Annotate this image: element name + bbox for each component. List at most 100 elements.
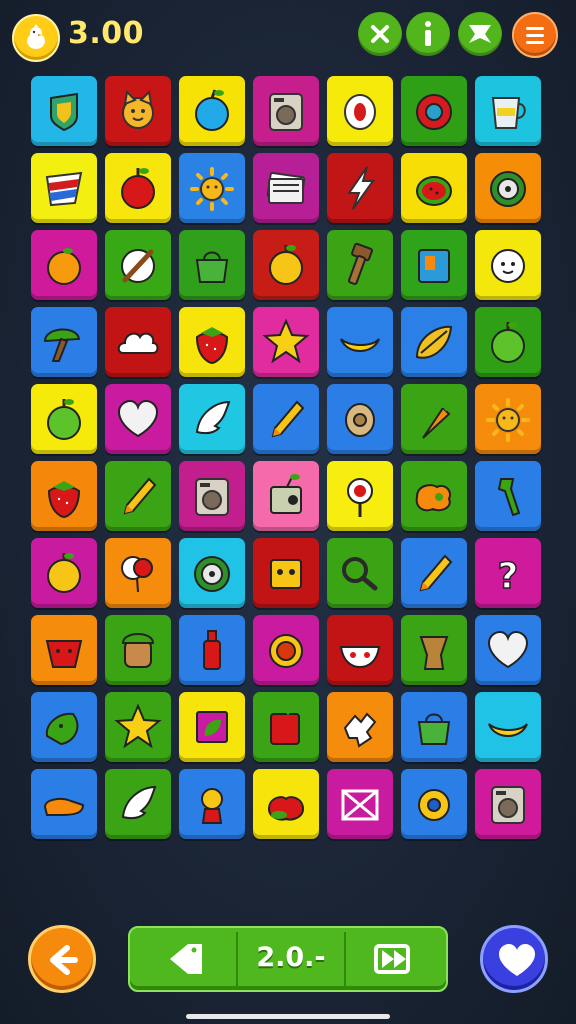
- prev-button[interactable]: [130, 928, 236, 990]
- tile-banana[interactable]: [475, 692, 541, 762]
- tile-bag[interactable]: [179, 230, 245, 300]
- tile-washing-machine[interactable]: [253, 76, 319, 146]
- tile-carrot[interactable]: [401, 384, 467, 454]
- score-value: 3.00: [68, 16, 145, 51]
- tile-monster[interactable]: [31, 615, 97, 685]
- tile-green-apple[interactable]: [31, 384, 97, 454]
- tile-clock[interactable]: [327, 384, 393, 454]
- tile-balloons[interactable]: [105, 538, 171, 608]
- tile-book[interactable]: [253, 692, 319, 762]
- melon-icon: [416, 176, 452, 206]
- tile-sun[interactable]: [475, 384, 541, 454]
- monster-icon: [45, 640, 83, 668]
- tile-box[interactable]: [401, 230, 467, 300]
- wheel-icon: [490, 171, 526, 207]
- top-bar: 3.00: [0, 0, 576, 72]
- next-button[interactable]: [346, 928, 448, 990]
- tile-puzzle[interactable]: [327, 692, 393, 762]
- book-icon: [270, 704, 300, 745]
- bookmark-button[interactable]: [458, 12, 502, 56]
- tile-green-apple[interactable]: [475, 307, 541, 377]
- tile-bottle[interactable]: [179, 615, 245, 685]
- tile-shoe[interactable]: [31, 769, 97, 839]
- favorite-button[interactable]: [480, 925, 548, 993]
- tile-yellow-apple[interactable]: [31, 538, 97, 608]
- tile-washing-machine[interactable]: [179, 461, 245, 531]
- tile-wheel[interactable]: [475, 153, 541, 223]
- tile-berry[interactable]: [253, 769, 319, 839]
- tile-robot[interactable]: [253, 538, 319, 608]
- menu-button[interactable]: [512, 12, 558, 58]
- tile-washing-machine[interactable]: [475, 769, 541, 839]
- tile-feather[interactable]: [179, 384, 245, 454]
- close-button[interactable]: [358, 12, 402, 56]
- tile-ring[interactable]: [327, 76, 393, 146]
- acorn-icon: [121, 633, 155, 668]
- apple-icon: [121, 168, 155, 209]
- tile-cloud-face[interactable]: [475, 230, 541, 300]
- tile-bowl[interactable]: [327, 615, 393, 685]
- orange-icon: [47, 248, 81, 285]
- tile-donut[interactable]: [401, 76, 467, 146]
- info-button[interactable]: [406, 12, 450, 56]
- tile-blue-apple[interactable]: [179, 76, 245, 146]
- leaf-icon: [415, 325, 453, 359]
- tile-radio[interactable]: [253, 461, 319, 531]
- vase-icon: [419, 636, 449, 670]
- tile-sun[interactable]: [179, 153, 245, 223]
- tile-blob[interactable]: [401, 461, 467, 531]
- tile-feather[interactable]: [105, 769, 171, 839]
- tile-yellow-apple[interactable]: [253, 230, 319, 300]
- back-button[interactable]: [28, 925, 96, 993]
- bottle-icon: [203, 630, 221, 670]
- strawberry-icon: [195, 327, 229, 365]
- tile-magnifier[interactable]: [327, 538, 393, 608]
- tile-strawberry[interactable]: [31, 461, 97, 531]
- tile-lightning[interactable]: [327, 153, 393, 223]
- level-indicator: 2.0.-: [256, 942, 326, 973]
- tile-star[interactable]: [253, 307, 319, 377]
- tile-hammer[interactable]: [327, 230, 393, 300]
- tile-shield[interactable]: [31, 76, 97, 146]
- tile-orange[interactable]: [31, 230, 97, 300]
- tile-tree[interactable]: [31, 307, 97, 377]
- tile-frame[interactable]: [179, 692, 245, 762]
- tile-bag[interactable]: [401, 692, 467, 762]
- tile-question[interactable]: ?: [475, 538, 541, 608]
- tile-strawberry[interactable]: [179, 307, 245, 377]
- leaf-frog-icon: [45, 712, 79, 746]
- tile-acorn[interactable]: [105, 615, 171, 685]
- ring-icon: [344, 94, 376, 130]
- tile-leaf[interactable]: [401, 307, 467, 377]
- tile-vase[interactable]: [401, 615, 467, 685]
- tile-apple[interactable]: [105, 153, 171, 223]
- tile-button[interactable]: [253, 615, 319, 685]
- tile-cat-face[interactable]: [105, 76, 171, 146]
- tile-heart[interactable]: [475, 615, 541, 685]
- bag-icon: [417, 713, 451, 745]
- tile-cup[interactable]: [475, 76, 541, 146]
- tile-flag[interactable]: [31, 153, 97, 223]
- tile-pencil[interactable]: [105, 461, 171, 531]
- tile-bow[interactable]: [327, 769, 393, 839]
- washing-machine-icon: [195, 478, 229, 516]
- tile-pencil[interactable]: [253, 384, 319, 454]
- level-control-panel: 2.0.-: [128, 926, 448, 992]
- tile-wheel[interactable]: [179, 538, 245, 608]
- tile-papers[interactable]: [253, 153, 319, 223]
- tile-cloud[interactable]: [105, 307, 171, 377]
- tile-doll[interactable]: [179, 769, 245, 839]
- tile-leaf-frog[interactable]: [31, 692, 97, 762]
- star-icon: [114, 703, 162, 749]
- pencil-icon: [419, 554, 453, 592]
- tile-tool[interactable]: [475, 461, 541, 531]
- tile-compass[interactable]: [105, 230, 171, 300]
- tile-flower[interactable]: [401, 769, 467, 839]
- tile-pin[interactable]: [327, 461, 393, 531]
- tile-pencil[interactable]: [401, 538, 467, 608]
- tile-heart[interactable]: [105, 384, 171, 454]
- lightning-icon: [347, 166, 375, 210]
- tile-melon[interactable]: [401, 153, 467, 223]
- tile-banana[interactable]: [327, 307, 393, 377]
- tile-star[interactable]: [105, 692, 171, 762]
